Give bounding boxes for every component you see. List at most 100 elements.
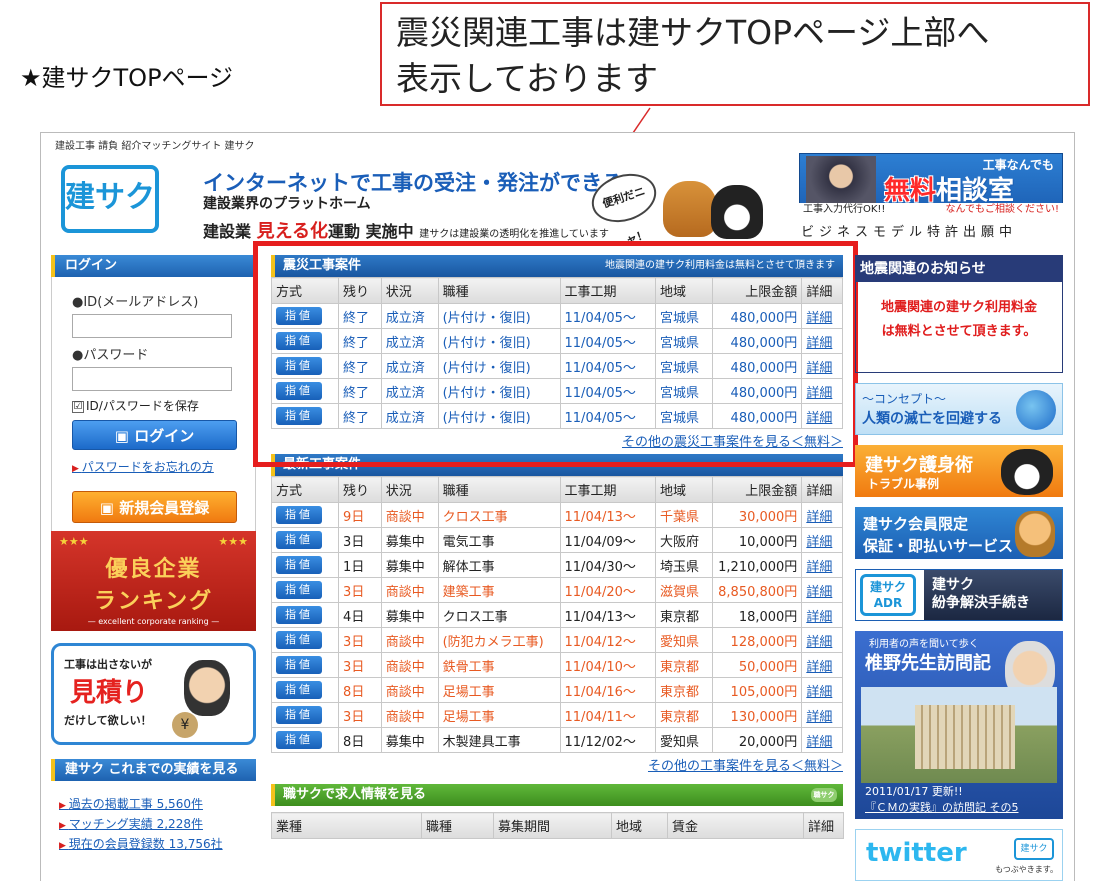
member-service-banner[interactable]: 建サク会員限定 保証・即払いサービス xyxy=(855,507,1063,559)
detail-link[interactable]: 詳細 xyxy=(801,303,843,329)
more-quake-jobs-link[interactable]: その他の震災工事案件を見る＜無料＞ xyxy=(271,429,843,454)
method-button[interactable]: 指値 xyxy=(276,332,322,350)
method-button[interactable]: 指値 xyxy=(276,681,322,699)
region-cell: 大阪府 xyxy=(655,527,713,553)
twitter-banner[interactable]: twitter 建サク もつぶやきます。 xyxy=(855,829,1063,881)
id-input[interactable] xyxy=(72,314,232,338)
status-cell: 商談中 xyxy=(380,652,439,678)
detail-link[interactable]: 詳細 xyxy=(801,527,843,553)
remaining-cell: 3日 xyxy=(338,627,382,653)
method-cell: 指値 xyxy=(270,652,340,678)
detail-link[interactable]: 詳細 xyxy=(801,702,843,728)
patent-notice: ビジネスモデル特許出願中 xyxy=(801,225,1018,240)
detail-link[interactable]: 詳細 xyxy=(801,577,843,603)
column-header: 地域 xyxy=(611,812,668,839)
bullet-icon: ▶ xyxy=(72,464,82,474)
adr-banner[interactable]: 建サク ADR 建サク 紛争解決手続き xyxy=(855,569,1063,621)
method-button[interactable]: 指値 xyxy=(276,581,322,599)
method-button[interactable]: 指値 xyxy=(276,307,322,325)
table-row[interactable]: 指値 8日 商談中 足場工事 11/04/16〜 東京都 105,000円 詳細 xyxy=(270,677,843,703)
detail-link[interactable]: 詳細 xyxy=(801,378,843,404)
detail-link[interactable]: 詳細 xyxy=(801,627,843,653)
detail-link[interactable]: 詳細 xyxy=(801,652,843,678)
visit-diary-banner[interactable]: 利用者の声を聞いて歩く 椎野先生訪問記 2011/01/17 更新!! 『ＣＭの… xyxy=(855,631,1063,819)
region-cell: 愛知県 xyxy=(655,627,713,653)
save-credentials[interactable]: ☑ ID/パスワードを保存 xyxy=(72,397,235,414)
register-button[interactable]: ▣ 新規会員登録 xyxy=(72,491,237,523)
table-row[interactable]: 指値 3日 募集中 電気工事 11/04/09〜 大阪府 10,000円 詳細 xyxy=(270,527,843,553)
detail-link[interactable]: 詳細 xyxy=(801,677,843,703)
method-button[interactable]: 指値 xyxy=(276,407,322,425)
result-item-matching[interactable]: ▶ マッチング実績 2,228件 xyxy=(59,815,223,835)
method-cell: 指値 xyxy=(270,502,340,528)
table-row[interactable]: 指値 3日 商談中 足場工事 11/04/11〜 東京都 130,000円 詳細 xyxy=(270,702,843,728)
table-row[interactable]: 指値 終了 成立済 (片付け・復旧) 11/04/05〜 宮城県 480,000円 詳細 xyxy=(270,403,843,429)
method-button[interactable]: 指値 xyxy=(276,731,322,749)
table-row[interactable]: 指値 終了 成立済 (片付け・復旧) 11/04/05〜 宮城県 480,000円 詳細 xyxy=(270,328,843,354)
period-cell: 11/04/12〜 xyxy=(559,627,657,653)
method-button[interactable]: 指値 xyxy=(276,556,322,574)
site-logo[interactable]: 建サク xyxy=(61,165,159,233)
result-item-members[interactable]: ▶ 現在の会員登録数 13,756社 xyxy=(59,835,223,855)
concept-banner[interactable]: 〜コンセプト〜 人類の滅亡を回避する xyxy=(855,383,1063,435)
region-cell: 宮城県 xyxy=(655,403,713,429)
login-button[interactable]: ▣ ログイン xyxy=(72,420,237,450)
results-heading-wrap: 建サク これまでの実績を見る xyxy=(51,759,256,781)
table-row[interactable]: 指値 終了 成立済 (片付け・復旧) 11/04/05〜 宮城県 480,000円 詳細 xyxy=(270,378,843,404)
category-cell: 建築工事 xyxy=(437,577,561,603)
detail-link[interactable]: 詳細 xyxy=(801,328,843,354)
recruit-heading[interactable]: 職サクで求人情報を見る 職サク xyxy=(271,784,843,806)
results-heading[interactable]: 建サク これまでの実績を見る xyxy=(51,759,256,781)
table-row[interactable]: 指値 3日 商談中 建築工事 11/04/20〜 滋賀県 8,850,800円 詳細 xyxy=(270,577,843,603)
column-header: 上限金額 xyxy=(711,277,803,304)
period-cell: 11/04/30〜 xyxy=(559,552,657,578)
id-label: ●ID(メールアドレス) xyxy=(72,295,199,310)
password-input[interactable] xyxy=(72,367,232,391)
remaining-cell: 3日 xyxy=(338,527,382,553)
forgot-password-link[interactable]: ▶ パスワードをお忘れの方 xyxy=(72,458,235,475)
table-row[interactable]: 指値 9日 商談中 クロス工事 11/04/13〜 千葉県 30,000円 詳細 xyxy=(270,502,843,528)
table-row[interactable]: 指値 終了 成立済 (片付け・復旧) 11/04/05〜 宮城県 480,000円 詳細 xyxy=(270,303,843,329)
status-cell: 成立済 xyxy=(380,328,439,354)
method-button[interactable]: 指値 xyxy=(276,706,322,724)
method-button[interactable]: 指値 xyxy=(276,531,322,549)
method-cell: 指値 xyxy=(270,353,340,379)
estimate-banner[interactable]: 工事は出さないが 見積り だけして欲しい！ ¥ xyxy=(51,643,256,745)
save-checkbox[interactable]: ☑ xyxy=(72,400,84,413)
detail-link[interactable]: 詳細 xyxy=(801,602,843,628)
more-latest-jobs-link[interactable]: その他の工事案件を見る＜無料＞ xyxy=(271,753,843,778)
table-row[interactable]: 指値 8日 募集中 木製建具工事 11/12/02〜 愛知県 20,000円 詳細 xyxy=(270,727,843,753)
remaining-cell: 終了 xyxy=(338,328,382,354)
ranking-banner[interactable]: ★★★ ★★★ 優良企業 ランキング — excellent corporate … xyxy=(51,531,256,631)
remaining-cell: 3日 xyxy=(338,577,382,603)
detail-link[interactable]: 詳細 xyxy=(801,403,843,429)
table-row[interactable]: 指値 終了 成立済 (片付け・復旧) 11/04/05〜 宮城県 480,000円 詳細 xyxy=(270,353,843,379)
amount-cell: 130,000円 xyxy=(711,702,803,728)
category-cell: 電気工事 xyxy=(437,527,561,553)
method-button[interactable]: 指値 xyxy=(276,357,322,375)
region-cell: 宮城県 xyxy=(655,328,713,354)
table-row[interactable]: 指値 4日 募集中 クロス工事 11/04/13〜 東京都 18,000円 詳細 xyxy=(270,602,843,628)
category-cell: クロス工事 xyxy=(437,502,561,528)
column-header: 残り xyxy=(338,476,382,503)
amount-cell: 50,000円 xyxy=(711,652,803,678)
detail-link[interactable]: 詳細 xyxy=(801,353,843,379)
method-button[interactable]: 指値 xyxy=(276,506,322,524)
table-row[interactable]: 指値 3日 商談中 (防犯カメラ工事) 11/04/12〜 愛知県 128,000円 詳細 xyxy=(270,627,843,653)
period-cell: 11/04/05〜 xyxy=(559,303,657,329)
self-defense-banner[interactable]: 建サク護身術 トラブル事例 xyxy=(855,445,1063,497)
result-item-listings[interactable]: ▶ 過去の掲載工事 5,560件 xyxy=(59,795,223,815)
column-header: 詳細 xyxy=(803,812,844,839)
table-row[interactable]: 指値 1日 募集中 解体工事 11/04/30〜 埼玉県 1,210,000円 詳細 xyxy=(270,552,843,578)
method-button[interactable]: 指値 xyxy=(276,656,322,674)
category-cell: (片付け・復旧) xyxy=(437,378,561,404)
method-button[interactable]: 指値 xyxy=(276,382,322,400)
method-button[interactable]: 指値 xyxy=(276,631,322,649)
detail-link[interactable]: 詳細 xyxy=(801,552,843,578)
detail-link[interactable]: 詳細 xyxy=(801,502,843,528)
method-button[interactable]: 指値 xyxy=(276,606,322,624)
detail-link[interactable]: 詳細 xyxy=(801,727,843,753)
table-row[interactable]: 指値 3日 商談中 鉄骨工事 11/04/10〜 東京都 50,000円 詳細 xyxy=(270,652,843,678)
amount-cell: 480,000円 xyxy=(711,328,803,354)
visit-link[interactable]: 『ＣＭの実践』の訪問記 その5 xyxy=(865,799,1019,815)
